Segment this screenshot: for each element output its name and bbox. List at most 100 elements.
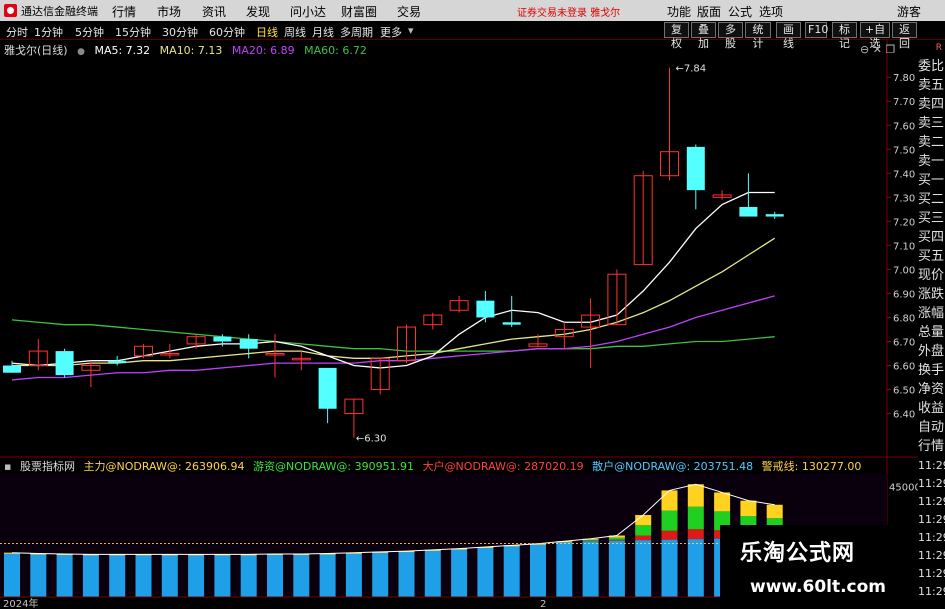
big-holder-bar bbox=[608, 539, 625, 541]
rp-time: 11:29 bbox=[918, 585, 945, 598]
rp-label: 净资 bbox=[918, 382, 945, 397]
candle-down bbox=[686, 146, 705, 191]
retail-bar bbox=[477, 546, 494, 597]
rp-time: 11:29 bbox=[918, 495, 945, 508]
candle-down bbox=[108, 360, 127, 364]
retail-bar bbox=[608, 540, 625, 597]
rp-time: 11:29 bbox=[918, 459, 945, 472]
pin-icon[interactable]: ✕ bbox=[873, 43, 882, 56]
rp-label: 委比 bbox=[918, 59, 945, 74]
rp-label: 外盘 bbox=[918, 344, 945, 359]
zoom-out-icon[interactable]: ⊖ bbox=[860, 43, 869, 56]
rp-label: 卖一 bbox=[918, 154, 945, 169]
retail-bar bbox=[345, 552, 362, 597]
candle-down bbox=[213, 336, 232, 342]
main-force-bar bbox=[635, 515, 652, 526]
candle-down bbox=[3, 365, 21, 373]
main-force-value: 主力@NODRAW@: 263906.94 bbox=[83, 460, 245, 473]
rp-label: 涨幅 bbox=[918, 306, 945, 321]
ma5-line bbox=[11, 191, 775, 369]
retail-bar bbox=[319, 553, 336, 597]
big-holder-bar bbox=[687, 529, 704, 540]
rp-label: 买三 bbox=[918, 211, 945, 226]
retail-value: 散户@NODRAW@: 203751.48 bbox=[592, 460, 754, 473]
main-force-bar bbox=[714, 492, 731, 512]
retail-bar bbox=[424, 549, 441, 597]
rp-label: 买四 bbox=[918, 230, 945, 245]
app-window: 通达信金融终端 行情 市场 资讯 发现 问小达 财富圈 交易 证券交易未登录 雅… bbox=[0, 0, 945, 609]
hot-money-bar bbox=[608, 537, 625, 540]
kline-chart[interactable]: 7.80 7.70 7.60 7.50 7.40 7.30 7.20 7.10 7.00 6.90… bbox=[0, 0, 945, 609]
ma60-label: MA60: 6.72 bbox=[304, 44, 367, 57]
y-tick-label: 7.20 bbox=[893, 217, 915, 228]
retail-bar bbox=[188, 554, 205, 597]
y-tick-label: 7.40 bbox=[893, 169, 915, 180]
indicator-legend: ▪ 股票指标网 主力@NODRAW@: 263906.94 游资@NODRAW@… bbox=[0, 458, 866, 473]
retail-bar bbox=[556, 541, 573, 597]
main-force-bar bbox=[766, 504, 783, 519]
rp-label: 买五 bbox=[918, 249, 945, 264]
retail-bar bbox=[635, 540, 652, 597]
rp-time: 11:29 bbox=[918, 513, 945, 526]
retail-bar bbox=[4, 552, 20, 597]
main-force-bar bbox=[661, 490, 678, 511]
retail-bar bbox=[82, 554, 99, 597]
rp-label: 收益 bbox=[918, 401, 945, 416]
rp-time: 11:29 bbox=[918, 531, 945, 544]
watermark-url: www.60lt.com bbox=[750, 577, 887, 597]
panel-toggle[interactable]: R bbox=[918, 40, 945, 57]
rp-label: 自动 bbox=[918, 420, 945, 435]
candle-down bbox=[739, 206, 758, 217]
candle-down bbox=[318, 367, 337, 409]
chart-tools: ⊖ ✕ ❐ bbox=[860, 43, 895, 56]
indicator-tick: 45000 bbox=[889, 482, 921, 493]
rp-label: 卖五 bbox=[918, 78, 945, 93]
retail-bar bbox=[530, 543, 546, 597]
retail-bar bbox=[687, 539, 704, 597]
rp-label: 卖二 bbox=[918, 135, 945, 150]
retail-bar bbox=[135, 554, 152, 597]
candle-down bbox=[502, 322, 521, 325]
expand-icon[interactable]: ❐ bbox=[885, 43, 895, 56]
y-tick-label: 6.80 bbox=[893, 313, 915, 324]
retail-bar bbox=[214, 554, 231, 597]
hot-money-bar bbox=[687, 506, 704, 530]
retail-bar bbox=[503, 545, 520, 597]
rp-time: 11:29 bbox=[918, 549, 945, 562]
hot-money-value: 游资@NODRAW@: 390951.91 bbox=[253, 460, 415, 473]
ma60-line bbox=[11, 319, 775, 352]
y-tick-label: 7.30 bbox=[893, 193, 915, 204]
stock-title: 雅戈尔(日线) bbox=[4, 44, 68, 57]
ma10-line bbox=[12, 237, 776, 367]
ma10-label: MA10: 7.13 bbox=[159, 44, 223, 57]
warning-line-value: 警戒线: 130277.00 bbox=[761, 460, 862, 473]
settings-dot-icon[interactable]: ● bbox=[77, 47, 85, 57]
y-tick-label: 7.00 bbox=[893, 265, 915, 276]
rp-label: 总量 bbox=[918, 325, 945, 340]
retail-bar bbox=[293, 553, 310, 597]
rp-label: 买二 bbox=[918, 192, 945, 207]
ma5-label: MA5: 7.32 bbox=[94, 44, 151, 57]
low-annotation: ←6.30 bbox=[356, 434, 387, 445]
candle-down bbox=[765, 214, 784, 217]
ma-legend: 雅戈尔(日线) ● MA5: 7.32 MA10: 7.13 MA20: 6.8… bbox=[0, 42, 373, 57]
ma20-label: MA20: 6.89 bbox=[231, 44, 295, 57]
y-tick-label: 6.90 bbox=[893, 289, 915, 300]
retail-bar bbox=[161, 554, 178, 597]
y-tick-label: 7.10 bbox=[893, 241, 915, 252]
y-tick-label: 7.80 bbox=[893, 73, 915, 84]
retail-bar bbox=[451, 548, 468, 597]
retail-bar bbox=[240, 554, 257, 597]
retail-bar bbox=[30, 553, 47, 597]
y-tick-label: 7.50 bbox=[893, 145, 915, 156]
retail-bar bbox=[56, 553, 73, 597]
indicator-name: 股票指标网 bbox=[19, 460, 75, 473]
y-tick-label: 7.70 bbox=[893, 97, 915, 108]
candle-down bbox=[55, 351, 74, 376]
retail-bar bbox=[109, 554, 126, 597]
y-tick-label: 6.60 bbox=[893, 362, 915, 373]
indicator-settings-icon[interactable]: ▪ bbox=[4, 460, 11, 473]
y-tick-label: 7.60 bbox=[893, 121, 915, 132]
rp-label: 行情 bbox=[918, 439, 945, 454]
quote-panel: R 委比 卖五 卖四 卖三 卖二 卖一 买一 买二 买三 买四 买五 现价 涨跌… bbox=[918, 40, 945, 609]
